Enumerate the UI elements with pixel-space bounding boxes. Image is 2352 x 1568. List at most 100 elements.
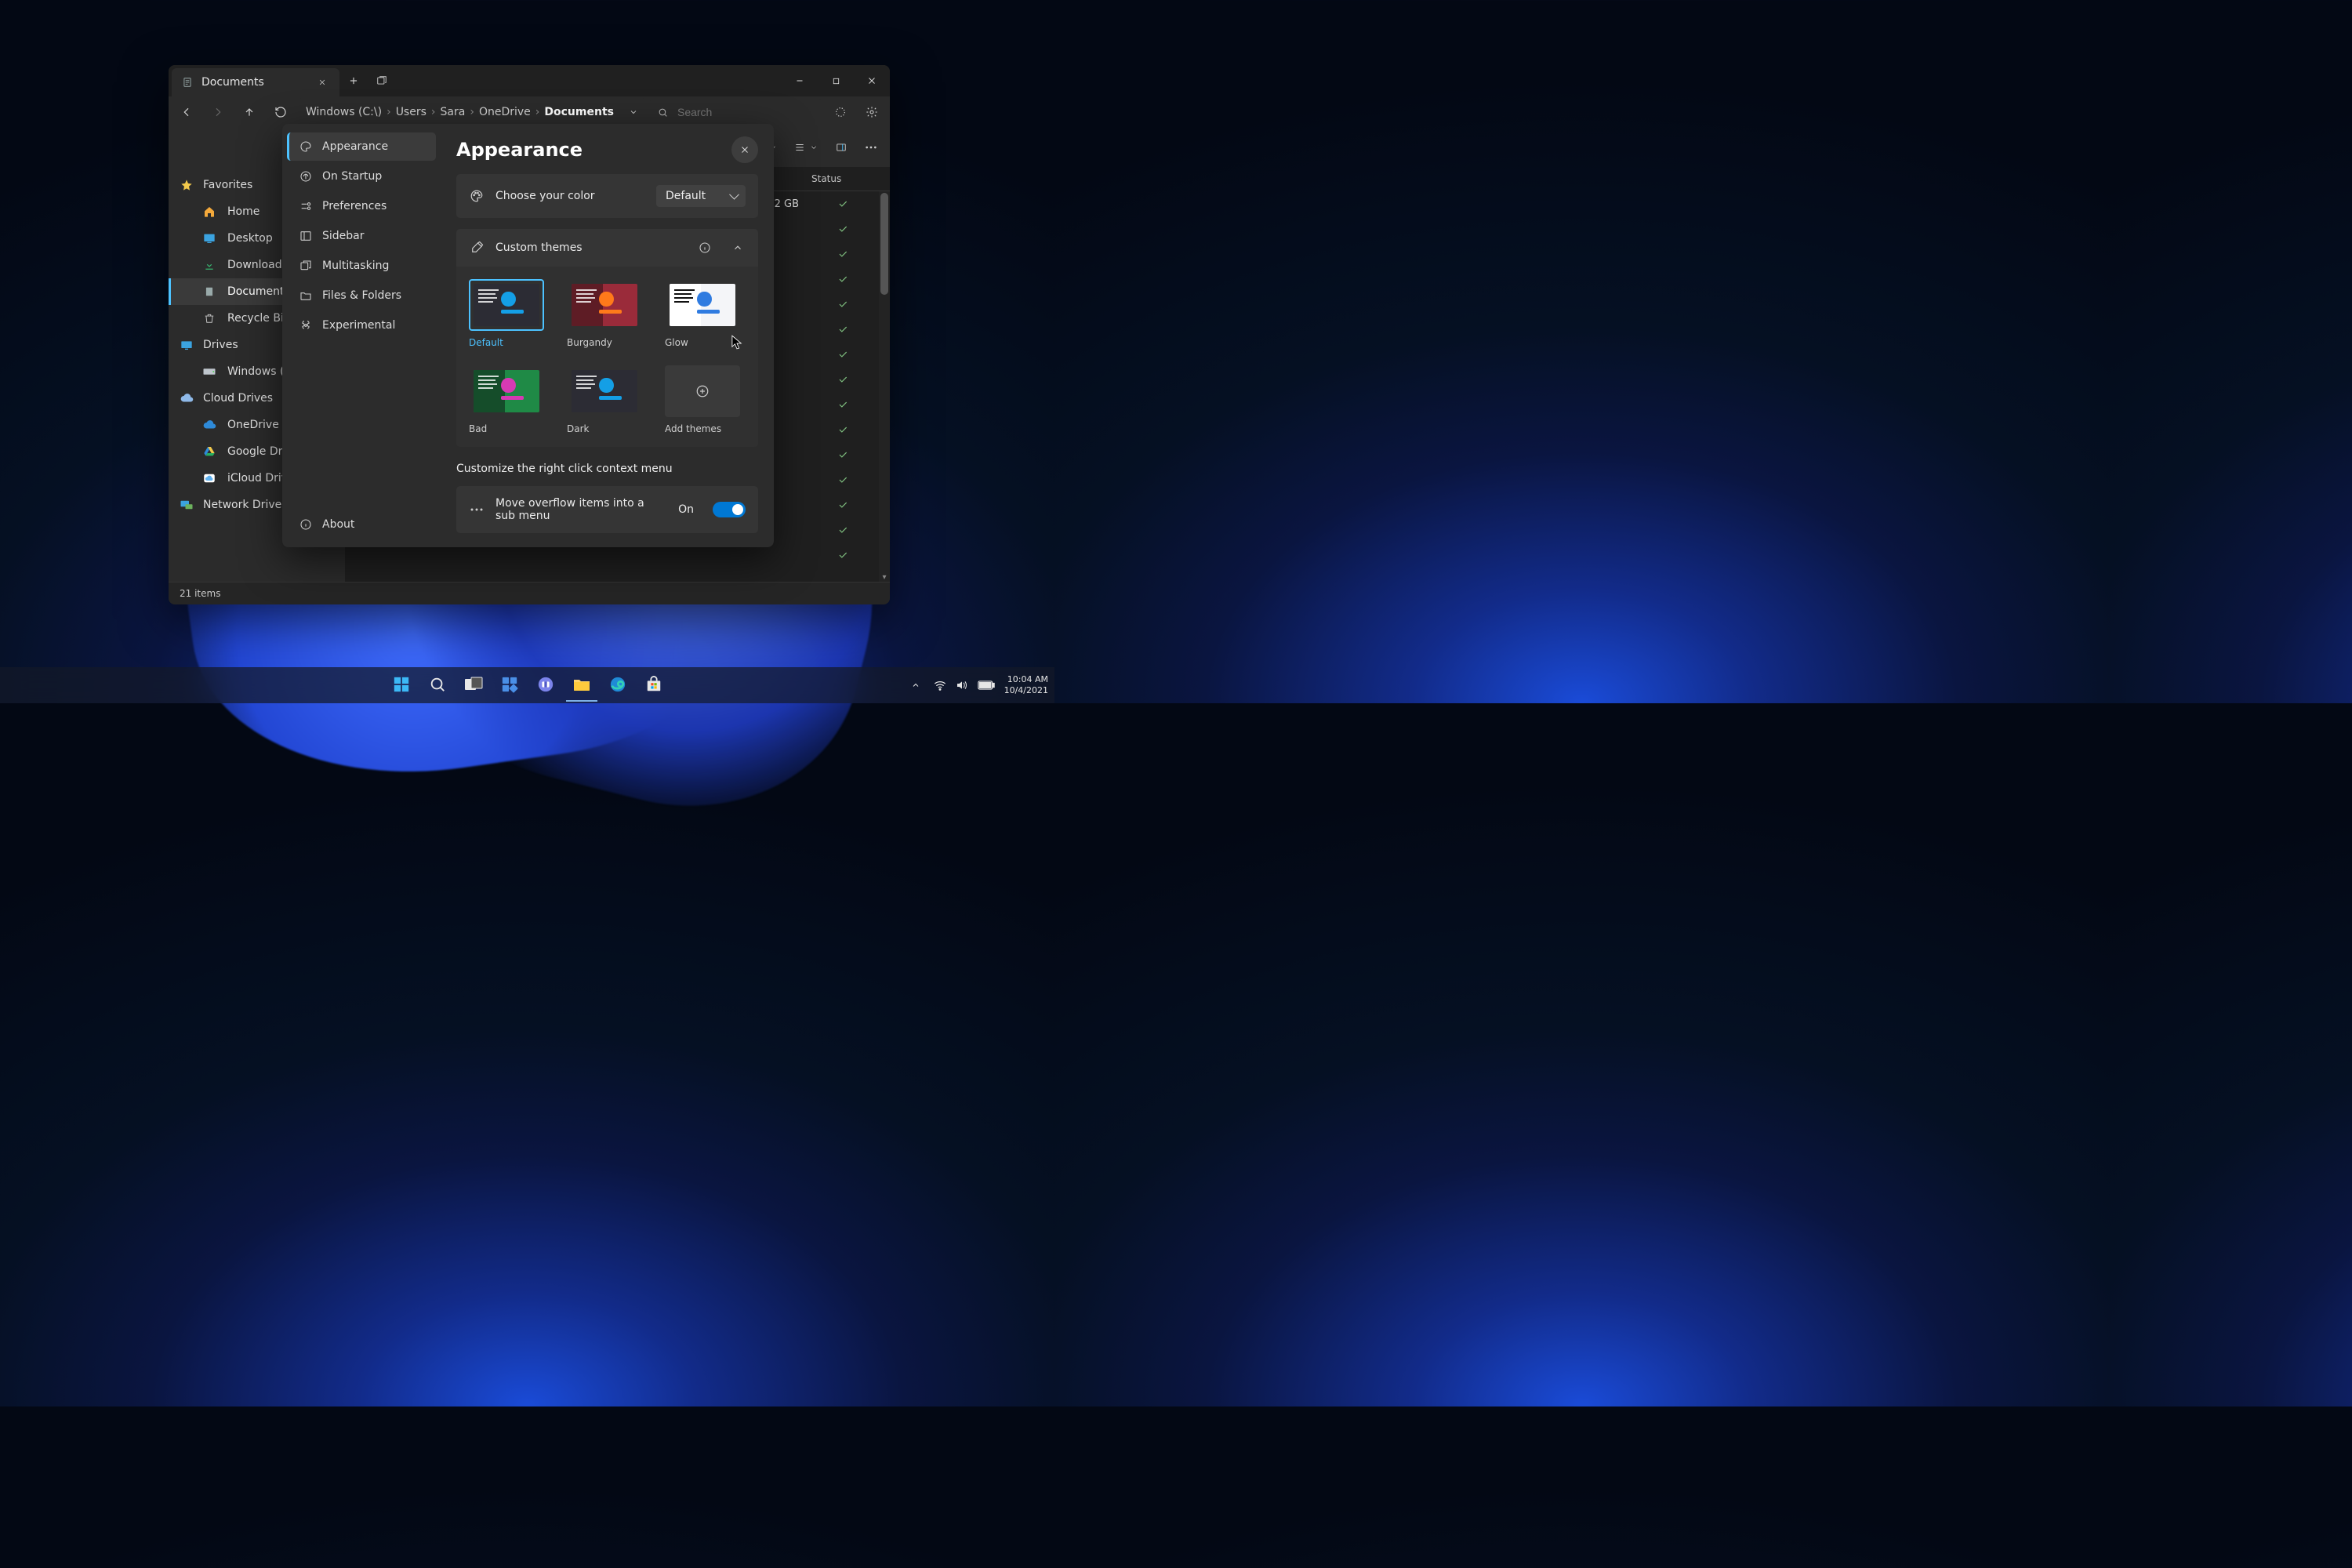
theme-thumb: [567, 365, 642, 417]
theme-label: Glow: [665, 337, 746, 348]
file-status: [811, 374, 874, 385]
tab-overview-button[interactable]: [368, 65, 396, 96]
search-input[interactable]: [676, 105, 815, 119]
settings-nav-files-folders[interactable]: Files & Folders: [287, 281, 436, 310]
settings-nav: AppearanceOn StartupPreferencesSidebarMu…: [282, 124, 441, 547]
settings-nav-multitasking[interactable]: Multitasking: [287, 252, 436, 280]
info-icon[interactable]: [697, 240, 713, 256]
breadcrumb-seg[interactable]: Sara: [441, 106, 466, 118]
theme-default[interactable]: Default: [469, 279, 550, 348]
maximize-button[interactable]: [818, 65, 854, 96]
refresh-button[interactable]: [267, 99, 294, 125]
chevron-up-icon[interactable]: [730, 240, 746, 256]
tab-title: Documents: [201, 76, 264, 89]
address-expand-icon[interactable]: [629, 107, 638, 117]
icloud-icon: [202, 471, 216, 485]
col-status[interactable]: Status: [811, 173, 874, 184]
nav-icon: [299, 289, 313, 303]
settings-nav-about[interactable]: About: [287, 510, 436, 539]
breadcrumb-seg[interactable]: Windows (C:\): [306, 106, 382, 118]
home-icon: [202, 205, 216, 219]
taskbar-explorer-button[interactable]: [566, 669, 597, 702]
view-button[interactable]: [788, 139, 824, 156]
download-icon: [202, 258, 216, 272]
settings-close-button[interactable]: [731, 136, 758, 163]
overflow-label: Move overflow items into a sub menu: [495, 497, 667, 522]
taskbar-edge-button[interactable]: [602, 669, 633, 700]
file-status: [811, 499, 874, 510]
taskbar-store-button[interactable]: [638, 669, 670, 700]
file-status: [811, 399, 874, 410]
settings-nav-experimental[interactable]: Experimental: [287, 311, 436, 339]
taskbar-chat-button[interactable]: [530, 669, 561, 700]
up-button[interactable]: [236, 99, 263, 125]
tab-documents[interactable]: Documents: [172, 68, 339, 96]
titlebar: Documents: [169, 65, 890, 96]
settings-nav-on-startup[interactable]: On Startup: [287, 162, 436, 191]
cloud-icon: [180, 391, 194, 405]
google-drive-icon: [202, 445, 216, 459]
choose-color-select[interactable]: Default: [656, 185, 746, 207]
overflow-toggle[interactable]: [713, 502, 746, 517]
theme-label: Bad: [469, 423, 550, 434]
settings-nav-appearance[interactable]: Appearance: [287, 132, 436, 161]
scrollbar-down-button[interactable]: ▾: [879, 572, 890, 583]
more-button[interactable]: [858, 143, 884, 152]
tray-clock[interactable]: 10:04 AM 10/4/2021: [1004, 674, 1048, 696]
settings-nav-sidebar[interactable]: Sidebar: [287, 222, 436, 250]
custom-themes-label: Custom themes: [495, 241, 686, 254]
back-button[interactable]: [173, 99, 200, 125]
theme-label: Burgandy: [567, 337, 648, 348]
add-themes-button[interactable]: Add themes: [665, 365, 746, 434]
close-button[interactable]: [854, 65, 890, 96]
tab-close-button[interactable]: [314, 74, 330, 90]
nav-icon: [299, 229, 313, 243]
scrollbar[interactable]: ▾: [879, 191, 890, 583]
taskbar[interactable]: 10:04 AM 10/4/2021: [0, 667, 1054, 703]
file-status: [811, 349, 874, 360]
choose-color-card: Choose your color Default: [456, 174, 758, 218]
address-bar[interactable]: Windows (C:\)› Users› Sara› OneDrive› Do…: [299, 98, 645, 126]
settings-nav-preferences[interactable]: Preferences: [287, 192, 436, 220]
file-status: [811, 449, 874, 460]
start-button[interactable]: [386, 669, 417, 700]
taskbar-search-button[interactable]: [422, 669, 453, 700]
tray-overflow-button[interactable]: [907, 677, 924, 694]
breadcrumb-seg[interactable]: Documents: [544, 106, 614, 118]
breadcrumb-seg[interactable]: OneDrive: [479, 106, 531, 118]
nav-icon: [299, 259, 313, 273]
widgets-button[interactable]: [494, 669, 525, 700]
theme-dark[interactable]: Dark: [567, 365, 648, 434]
file-status: [811, 249, 874, 260]
settings-gear-button[interactable]: [858, 99, 885, 125]
theme-thumb: [469, 279, 544, 331]
wifi-icon[interactable]: [934, 680, 946, 691]
drive-icon: [202, 365, 216, 379]
star-icon: [180, 178, 194, 192]
file-status: [811, 324, 874, 335]
scrollbar-thumb[interactable]: [880, 193, 888, 295]
battery-icon[interactable]: [978, 681, 995, 690]
forward-button[interactable]: [205, 99, 231, 125]
nav-icon: [299, 140, 313, 154]
taskview-button[interactable]: [458, 669, 489, 700]
breadcrumb-seg[interactable]: Users: [396, 106, 426, 118]
theme-bad[interactable]: Bad: [469, 365, 550, 434]
choose-color-label: Choose your color: [495, 190, 645, 202]
preview-pane-button[interactable]: [829, 139, 854, 156]
search-box[interactable]: [650, 99, 822, 125]
document-icon: [202, 285, 216, 299]
theme-glow[interactable]: Glow: [665, 279, 746, 348]
theme-thumb: [567, 279, 642, 331]
overflow-state-label: On: [678, 503, 694, 516]
new-tab-button[interactable]: [339, 65, 368, 96]
document-icon: [181, 76, 194, 89]
custom-themes-header[interactable]: Custom themes: [456, 229, 758, 267]
file-status: [811, 550, 874, 561]
theme-burgandy[interactable]: Burgandy: [567, 279, 648, 348]
minimize-button[interactable]: [782, 65, 818, 96]
toolbar: Windows (C:\)› Users› Sara› OneDrive› Do…: [169, 96, 890, 128]
info-icon: [299, 517, 313, 532]
volume-icon[interactable]: [956, 680, 968, 691]
system-tray[interactable]: 10:04 AM 10/4/2021: [907, 674, 1048, 696]
